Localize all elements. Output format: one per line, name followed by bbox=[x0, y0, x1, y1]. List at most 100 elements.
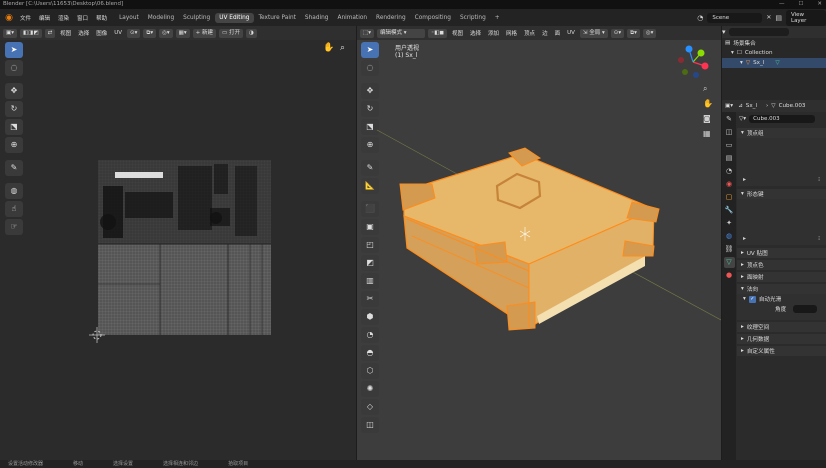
pin-icon[interactable]: ▣▾ bbox=[725, 103, 733, 109]
list-expand-icon[interactable]: ▸ bbox=[743, 235, 746, 242]
face-maps-panel[interactable]: ▸ 面映射 bbox=[737, 272, 826, 282]
uv-editor[interactable]: ▣▾ ◧◨◩ ⇄ 视图 选择 图像 UV ⊙▾ ⧉▾ ◎▾ ▦▾ + 新建 ▭ … bbox=[0, 26, 356, 460]
scale-tool-icon[interactable]: ⬔ bbox=[5, 119, 23, 135]
select-box-tool-icon[interactable]: ➤ bbox=[5, 42, 23, 58]
grab-tool-icon[interactable]: ◍ bbox=[5, 183, 23, 199]
image-browse-icon[interactable]: ▦▾ bbox=[175, 28, 190, 38]
close-button[interactable]: ✕ bbox=[817, 0, 822, 9]
uv-menu-select[interactable]: 选择 bbox=[76, 29, 91, 37]
rotate-tool-icon[interactable]: ↻ bbox=[5, 101, 23, 117]
menu-edit[interactable]: 编辑 bbox=[35, 14, 54, 22]
uv-menu-uv[interactable]: UV bbox=[112, 30, 124, 36]
expand-arrow-icon[interactable]: ▾ bbox=[731, 50, 734, 56]
collection-row[interactable]: ▾ ☐ Collection bbox=[722, 48, 826, 58]
list-handle-icon[interactable]: ⁝ bbox=[818, 235, 820, 242]
menu-help[interactable]: 帮助 bbox=[92, 14, 111, 22]
uv-select-mode-icon[interactable]: ◧◨◩ bbox=[19, 28, 42, 38]
uv-toolbar: ➤ ◌ ✥ ↻ ⬔ ⊕ ✎ ◍ ☝ ☞ bbox=[5, 42, 23, 235]
book-mesh[interactable] bbox=[357, 26, 721, 460]
constraints-tab-icon[interactable]: ⛓ bbox=[724, 244, 735, 255]
tab-texture-paint[interactable]: Texture Paint bbox=[255, 13, 300, 23]
geometry-data-panel[interactable]: ▸ 几何数据 bbox=[737, 334, 826, 344]
scene-tab-icon[interactable]: ◔ bbox=[724, 166, 735, 177]
view-layer-selector[interactable]: View Layer bbox=[786, 9, 826, 26]
modifier-tab-icon[interactable]: 🔧 bbox=[724, 205, 735, 216]
data-name-field[interactable]: Cube.003 bbox=[749, 115, 816, 123]
maximize-button[interactable]: ☐ bbox=[798, 0, 803, 9]
tab-compositing[interactable]: Compositing bbox=[411, 13, 455, 23]
properties-header: ▣▾ ⊿ Sx_l › ▽ Cube.003 bbox=[722, 100, 826, 112]
add-workspace-button[interactable]: + bbox=[491, 13, 504, 23]
move-tool-icon[interactable]: ✥ bbox=[5, 83, 23, 99]
zoom-icon[interactable]: ⌕ bbox=[340, 43, 345, 53]
editor-type-icon[interactable]: ▣▾ bbox=[3, 28, 17, 38]
minimize-button[interactable]: — bbox=[779, 0, 785, 9]
physics-tab-icon[interactable]: ◍ bbox=[724, 231, 735, 242]
2d-cursor-icon[interactable] bbox=[89, 327, 105, 343]
filter-icon[interactable]: ▾ bbox=[722, 28, 726, 36]
vertex-groups-list[interactable]: ▸ ⁝ bbox=[737, 138, 826, 186]
blender-logo-icon[interactable]: ◉ bbox=[2, 11, 16, 25]
scene-collection-row[interactable]: ▤ 场景集合 bbox=[722, 38, 826, 48]
tab-modeling[interactable]: Modeling bbox=[144, 13, 178, 23]
uv-sync-icon[interactable]: ⇄ bbox=[44, 28, 56, 38]
view-layer-tab-icon[interactable]: ▤ bbox=[724, 153, 735, 164]
snap-icon[interactable]: ⧉▾ bbox=[143, 28, 157, 38]
object-expand-icon[interactable]: ▾ bbox=[740, 60, 743, 66]
texture-space-panel[interactable]: ▸ 纹理空间 bbox=[737, 322, 826, 332]
menu-window[interactable]: 窗口 bbox=[73, 14, 92, 22]
object-tab-icon[interactable]: ▢ bbox=[724, 192, 735, 203]
tab-scripting[interactable]: Scripting bbox=[456, 13, 490, 23]
scene-selector[interactable]: Scene bbox=[707, 12, 763, 23]
scene-close-icon[interactable]: ✕ bbox=[766, 14, 771, 21]
3d-viewport[interactable]: ⬚▾ 编辑模式 ▾ ◦◧◼ 视图 选择 添加 网格 顶点 边 面 UV ⇲ 全局… bbox=[357, 26, 721, 460]
auto-smooth-row: ▾ ✓ 自动光滑 bbox=[743, 294, 826, 304]
menu-render[interactable]: 渲染 bbox=[54, 14, 73, 22]
outliner-search-field[interactable] bbox=[728, 28, 789, 36]
uv-overlay-icon[interactable]: ◑ bbox=[245, 28, 257, 38]
status-hint-2: 移动 bbox=[73, 461, 84, 467]
annotate-tool-icon[interactable]: ✎ bbox=[5, 160, 23, 176]
tab-rendering[interactable]: Rendering bbox=[372, 13, 410, 23]
custom-properties-panel[interactable]: ▸ 自定义属性 bbox=[737, 346, 826, 356]
tool-tab-icon[interactable]: ✎ bbox=[724, 114, 735, 125]
uv-maps-panel[interactable]: ▸ UV 贴图 bbox=[737, 248, 826, 258]
angle-field[interactable] bbox=[793, 305, 818, 313]
particles-tab-icon[interactable]: ✦ bbox=[724, 218, 735, 229]
output-tab-icon[interactable]: ▭ bbox=[724, 140, 735, 151]
open-image-button[interactable]: ▭ 打开 bbox=[219, 28, 243, 38]
shape-keys-list[interactable]: ▸ ⁝ bbox=[737, 199, 826, 245]
list-expand-icon[interactable]: ▸ bbox=[743, 176, 746, 183]
pan-hand-icon[interactable]: ✋ bbox=[323, 43, 334, 53]
object-row[interactable]: ▾ ▽ Sx_l ▽ bbox=[722, 58, 826, 68]
data-block-icon[interactable]: ▽▾ bbox=[739, 116, 746, 122]
material-tab-icon[interactable]: ● bbox=[724, 270, 735, 281]
menu-file[interactable]: 文件 bbox=[16, 14, 35, 22]
tab-layout[interactable]: Layout bbox=[115, 13, 143, 23]
tab-sculpting[interactable]: Sculpting bbox=[179, 13, 214, 23]
auto-smooth-label: 自动光滑 bbox=[758, 297, 782, 303]
panel-expand-icon: ▸ bbox=[741, 336, 744, 342]
render-tab-icon[interactable]: ◫ bbox=[724, 127, 735, 138]
world-tab-icon[interactable]: ◉ bbox=[724, 179, 735, 190]
relax-tool-icon[interactable]: ☝ bbox=[5, 201, 23, 217]
vertex-colors-panel[interactable]: ▸ 顶点色 bbox=[737, 260, 826, 270]
list-handle-icon[interactable]: ⁝ bbox=[818, 176, 820, 183]
vertex-groups-panel[interactable]: ▾ 顶点组 bbox=[737, 128, 826, 138]
uv-menu-image[interactable]: 图像 bbox=[94, 29, 109, 37]
proportional-icon[interactable]: ◎▾ bbox=[159, 28, 173, 38]
transform-tool-icon[interactable]: ⊕ bbox=[5, 137, 23, 153]
normals-panel[interactable]: ▾ 法向 bbox=[737, 284, 826, 294]
shape-keys-panel[interactable]: ▾ 形态键 bbox=[737, 189, 826, 199]
mesh-data-tab-icon[interactable]: ▽ bbox=[723, 257, 735, 268]
uv-menu-view[interactable]: 视图 bbox=[58, 29, 73, 37]
new-image-button[interactable]: + 新建 bbox=[192, 28, 216, 38]
auto-smooth-checkbox[interactable]: ✓ bbox=[748, 295, 756, 303]
tab-shading[interactable]: Shading bbox=[301, 13, 333, 23]
tab-uv-editing[interactable]: UV Editing bbox=[215, 12, 254, 23]
cursor-tool-icon[interactable]: ◌ bbox=[5, 60, 23, 76]
tab-animation[interactable]: Animation bbox=[333, 13, 371, 23]
pivot-icon[interactable]: ⊙▾ bbox=[127, 28, 141, 38]
pinch-tool-icon[interactable]: ☞ bbox=[5, 219, 23, 235]
panel-expand-icon: ▸ bbox=[741, 274, 744, 280]
